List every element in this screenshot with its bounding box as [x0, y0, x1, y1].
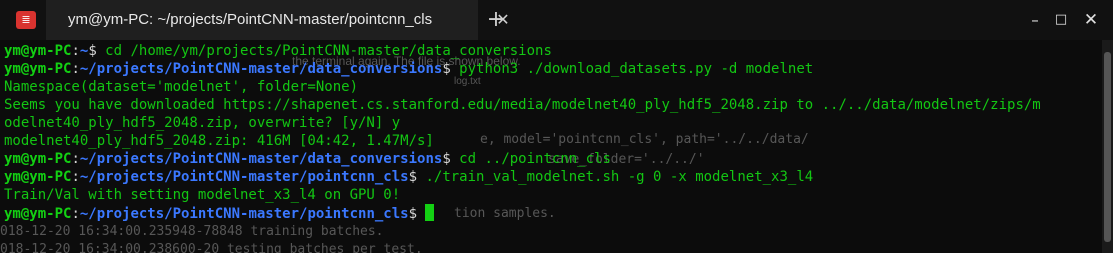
tab-title: ym@ym-PC: ~/projects/PointCNN-master/poi…	[68, 11, 433, 28]
terminal-output[interactable]: ym@ym-PC:~$ cd /home/ym/projects/PointCN…	[4, 42, 1104, 222]
output-text: Train/Val with setting modelnet_x3_l4 on…	[4, 187, 401, 203]
prompt-line: ym@ym-PC:~/projects/PointCNN-master/data…	[4, 60, 1104, 78]
prompt-line: ym@ym-PC:~/projects/PointCNN-master/poin…	[4, 204, 1104, 222]
prompt-colon: :	[71, 43, 80, 59]
tab-terminal[interactable]: ym@ym-PC: ~/projects/PointCNN-master/poi…	[46, 0, 510, 40]
command-text: cd ../pointcnn_cls	[459, 151, 611, 167]
prompt-line: ym@ym-PC:~$ cd /home/ym/projects/PointCN…	[4, 42, 1104, 60]
output-text: modelnet40_ply_hdf5_2048.zip: 416M [04:4…	[4, 133, 434, 149]
output-text: Namespace(dataset='modelnet', folder=Non…	[4, 79, 359, 95]
prompt-colon: :	[71, 206, 80, 222]
output-line: Train/Val with setting modelnet_x3_l4 on…	[4, 186, 1104, 204]
output-line: Seems you have downloaded https://shapen…	[4, 96, 1104, 114]
prompt-path: ~/projects/PointCNN-master/pointcnn_cls	[79, 206, 409, 222]
terminal-window: ≣ ym@ym-PC: ~/projects/PointCNN-master/p…	[0, 0, 1113, 253]
output-text: odelnet40_ply_hdf5_2048.zip, overwrite? …	[4, 115, 401, 131]
command-text: cd /home/ym/projects/PointCNN-master/dat…	[105, 43, 552, 59]
output-line: Namespace(dataset='modelnet', folder=Non…	[4, 78, 1104, 96]
prompt-user: ym@ym-PC	[4, 43, 72, 59]
prompt-dollar: $	[442, 61, 460, 77]
terminal-app-icon[interactable]: ≣	[16, 11, 36, 29]
output-line: odelnet40_ply_hdf5_2048.zip, overwrite? …	[4, 114, 1104, 132]
maximize-button[interactable]: □	[1046, 8, 1076, 32]
background-window-text: 018-12-20 16:34:00.238600-20 testing bat…	[0, 242, 423, 253]
title-bar: ≣ ym@ym-PC: ~/projects/PointCNN-master/p…	[0, 0, 1113, 40]
prompt-path: ~/projects/PointCNN-master/pointcnn_cls	[79, 169, 409, 185]
output-line: modelnet40_ply_hdf5_2048.zip: 416M [04:4…	[4, 132, 1104, 150]
prompt-user: ym@ym-PC	[4, 151, 72, 167]
scrollbar-thumb[interactable]	[1104, 52, 1111, 242]
command-text: ./train_val_modelnet.sh -g 0 -x modelnet…	[425, 169, 814, 185]
command-text: python3 ./download_datasets.py -d modeln…	[459, 61, 814, 77]
prompt-path: ~/projects/PointCNN-master/data_conversi…	[79, 151, 443, 167]
text-cursor	[425, 204, 435, 221]
prompt-colon: :	[71, 151, 80, 167]
prompt-line: ym@ym-PC:~/projects/PointCNN-master/poin…	[4, 168, 1104, 186]
prompt-line: ym@ym-PC:~/projects/PointCNN-master/data…	[4, 150, 1104, 168]
output-text: Seems you have downloaded https://shapen…	[4, 97, 1041, 113]
prompt-colon: :	[71, 61, 80, 77]
plus-icon: +	[486, 7, 506, 32]
new-tab-button[interactable]: +	[484, 8, 508, 32]
prompt-user: ym@ym-PC	[4, 61, 72, 77]
prompt-path: ~/projects/PointCNN-master/data_conversi…	[79, 61, 443, 77]
prompt-dollar: $	[442, 151, 460, 167]
background-window-text: 018-12-20 16:34:00.235948-78848 training…	[0, 224, 384, 239]
close-window-button[interactable]: ✕	[1076, 8, 1106, 32]
prompt-dollar: $	[408, 206, 426, 222]
prompt-dollar: $	[88, 43, 106, 59]
scrollbar[interactable]	[1102, 40, 1113, 253]
prompt-user: ym@ym-PC	[4, 206, 72, 222]
prompt-dollar: $	[408, 169, 426, 185]
prompt-user: ym@ym-PC	[4, 169, 72, 185]
prompt-colon: :	[71, 169, 80, 185]
